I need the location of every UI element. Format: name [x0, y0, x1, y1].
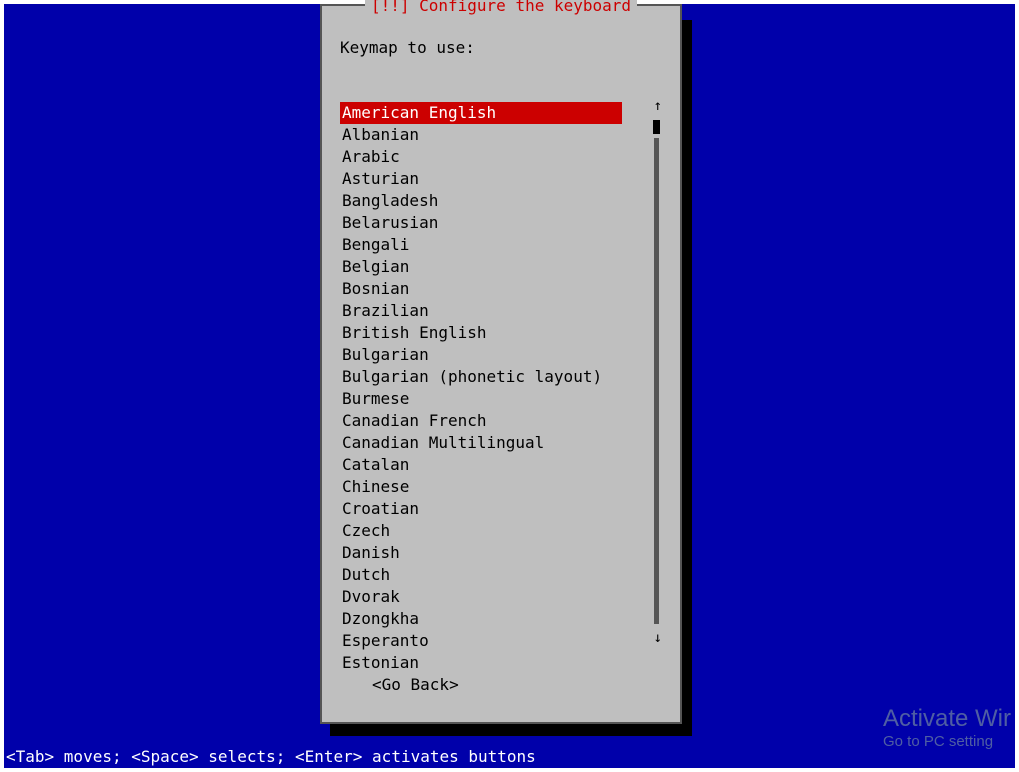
keymap-option[interactable]: Albanian	[340, 124, 642, 146]
prompt-label: Keymap to use:	[340, 38, 680, 57]
dialog-title: [!!] Configure the keyboard	[365, 0, 637, 15]
dialog-title-row: [!!] Configure the keyboard	[322, 0, 680, 14]
keymap-option[interactable]: Belarusian	[340, 212, 642, 234]
watermark-title: Activate Wir	[883, 705, 1011, 733]
footer-help-text: <Tab> moves; <Space> selects; <Enter> ac…	[6, 747, 536, 766]
keymap-option[interactable]: Catalan	[340, 454, 642, 476]
keymap-option[interactable]: Chinese	[340, 476, 642, 498]
keymap-option[interactable]: Bulgarian (phonetic layout)	[340, 366, 642, 388]
keymap-option[interactable]: Asturian	[340, 168, 642, 190]
scroll-down-icon[interactable]: ↓	[654, 630, 662, 646]
keymap-option[interactable]: Belgian	[340, 256, 642, 278]
keymap-list[interactable]: American EnglishAlbanianArabicAsturianBa…	[340, 102, 642, 642]
go-back-button[interactable]: <Go Back>	[372, 675, 459, 694]
keymap-option[interactable]: Canadian French	[340, 410, 642, 432]
keymap-option[interactable]: British English	[340, 322, 642, 344]
watermark-subtitle: Go to PC setting	[883, 733, 1011, 750]
keymap-option[interactable]: Dvorak	[340, 586, 642, 608]
scrollbar[interactable]: ↑ ↓	[652, 102, 662, 642]
scroll-thumb[interactable]	[653, 120, 660, 134]
keymap-list-area: American EnglishAlbanianArabicAsturianBa…	[340, 102, 662, 642]
keymap-option[interactable]: Bengali	[340, 234, 642, 256]
keymap-option[interactable]: Czech	[340, 520, 642, 542]
scroll-track-fill	[654, 138, 659, 624]
keymap-option[interactable]: Canadian Multilingual	[340, 432, 642, 454]
keymap-option[interactable]: American English	[340, 102, 622, 124]
keyboard-config-dialog: [!!] Configure the keyboard Keymap to us…	[320, 4, 682, 724]
keymap-option[interactable]: Burmese	[340, 388, 642, 410]
keymap-option[interactable]: Arabic	[340, 146, 642, 168]
keymap-option[interactable]: Bosnian	[340, 278, 642, 300]
keymap-option[interactable]: Dutch	[340, 564, 642, 586]
keymap-option[interactable]: Bulgarian	[340, 344, 642, 366]
keymap-option[interactable]: Brazilian	[340, 300, 642, 322]
keymap-option[interactable]: Estonian	[340, 652, 642, 674]
keymap-option[interactable]: Esperanto	[340, 630, 642, 652]
scroll-up-icon[interactable]: ↑	[654, 98, 662, 114]
keymap-option[interactable]: Croatian	[340, 498, 642, 520]
keymap-option[interactable]: Dzongkha	[340, 608, 642, 630]
activate-windows-watermark: Activate Wir Go to PC setting	[883, 705, 1011, 750]
keymap-option[interactable]: Bangladesh	[340, 190, 642, 212]
keymap-option[interactable]: Danish	[340, 542, 642, 564]
